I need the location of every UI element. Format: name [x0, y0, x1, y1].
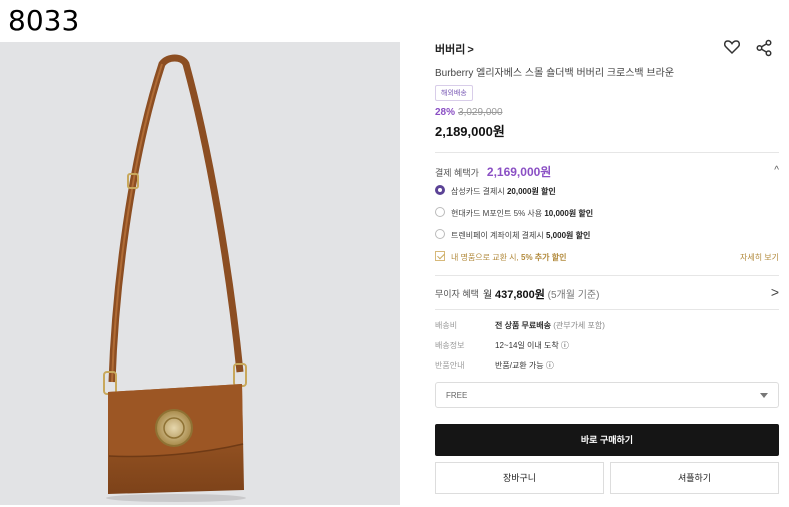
discount-row: 28% 3,029,000 [435, 107, 779, 118]
size-select[interactable]: FREE [435, 382, 779, 408]
cart-button[interactable]: 장바구니 [435, 462, 604, 494]
interest-free-label: 무이자 혜택 [435, 289, 479, 299]
payment-option-trenbe-pay[interactable]: 트렌비페이 계좌이체 결제시 5,000원 할인 [435, 227, 779, 247]
corner-label: 8033 [8, 4, 80, 37]
trade-in-row[interactable]: 내 명품으로 교환 시, 5% 추가 할인 자세히 보기 [435, 249, 779, 269]
buy-now-button[interactable]: 바로 구매하기 [435, 424, 779, 456]
option-text: 현대카드 M포인트 5% 사용 [451, 209, 545, 218]
product-title: Burberry 엘리자베스 스몰 숄더백 버버리 크로스백 브라운 [435, 68, 675, 79]
brand-row: 버버리 > [435, 38, 779, 62]
chevron-up-icon[interactable]: ^ [774, 165, 779, 176]
shipping-key: 반품안내 [435, 361, 465, 370]
delivery-info-row: 배송정보 12~14일 이내 도착 ⓘ [435, 336, 779, 356]
return-policy[interactable]: 반품/교환 가능 ⓘ [495, 361, 554, 370]
shuffle-button[interactable]: 셔플하기 [610, 462, 779, 494]
brand-link[interactable]: 버버리 [435, 44, 465, 56]
option-discount: 10,000원 할인 [544, 209, 594, 218]
option-text: 트렌비페이 계좌이체 결제시 [451, 231, 546, 240]
option-discount: 5,000원 할인 [546, 231, 591, 240]
trade-in-checkbox[interactable] [435, 251, 445, 261]
shipping-info: 배송비 전 상품 무료배송 (관부가세 포함) 배송정보 12~14일 이내 도… [435, 309, 779, 376]
shipping-note: (관부가세 포함) [550, 321, 605, 330]
radio-unselected[interactable] [435, 207, 445, 217]
sale-price: 2,189,000원 [435, 124, 505, 139]
details-link[interactable]: 자세히 보기 [740, 252, 779, 263]
shipping-key: 배송정보 [435, 341, 465, 350]
payment-option-hyundai[interactable]: 현대카드 M포인트 5% 사용 10,000원 할인 [435, 205, 779, 225]
bag-illustration [103, 54, 247, 502]
delivery-eta[interactable]: 12~14일 이내 도착 ⓘ [495, 341, 569, 350]
interest-free-value: 월 437,800원 (5개월 기준) [483, 289, 600, 301]
trade-in-discount: 5% 추가 할인 [521, 253, 567, 262]
share-icon[interactable] [755, 39, 773, 57]
heart-icon[interactable] [723, 38, 741, 56]
radio-selected[interactable] [435, 185, 445, 195]
return-info-row: 반품안내 반품/교환 가능 ⓘ [435, 356, 779, 376]
shipping-key: 배송비 [435, 321, 458, 330]
overseas-shipping-badge: 해외배송 [435, 85, 473, 101]
divider [435, 152, 779, 153]
radio-unselected[interactable] [435, 229, 445, 239]
original-price: 3,029,000 [458, 107, 503, 118]
discount-rate: 28% [435, 107, 456, 118]
product-image[interactable] [0, 42, 400, 505]
size-select-value: FREE [446, 391, 468, 400]
shipping-fee-row: 배송비 전 상품 무료배송 (관부가세 포함) [435, 316, 779, 336]
payment-benefit-price: 2,169,000원 [486, 165, 552, 179]
shipping-value: 전 상품 무료배송 [495, 321, 551, 330]
payment-benefit-header[interactable]: 결제 혜택가 2,169,000원 ^ [435, 163, 779, 181]
chevron-right-icon[interactable]: > [771, 284, 779, 300]
trade-in-text: 내 명품으로 교환 시, [451, 253, 521, 262]
caret-down-icon [760, 393, 768, 398]
option-text: 삼성카드 결제시 [451, 187, 507, 196]
interest-free-row[interactable]: 무이자 혜택 월 437,800원 (5개월 기준) > [435, 275, 779, 309]
payment-benefit-label: 결제 혜택가 [435, 168, 479, 178]
payment-option-samsung[interactable]: 삼성카드 결제시 20,000원 할인 [435, 183, 779, 203]
secondary-actions: 장바구니 셔플하기 [435, 462, 779, 494]
chevron-right-icon[interactable]: > [467, 44, 473, 56]
product-detail-panel: 버버리 > Burberry 엘리자베스 스몰 숄더백 버버리 크로스백 브라운 … [435, 38, 779, 494]
option-discount: 20,000원 할인 [506, 187, 556, 196]
